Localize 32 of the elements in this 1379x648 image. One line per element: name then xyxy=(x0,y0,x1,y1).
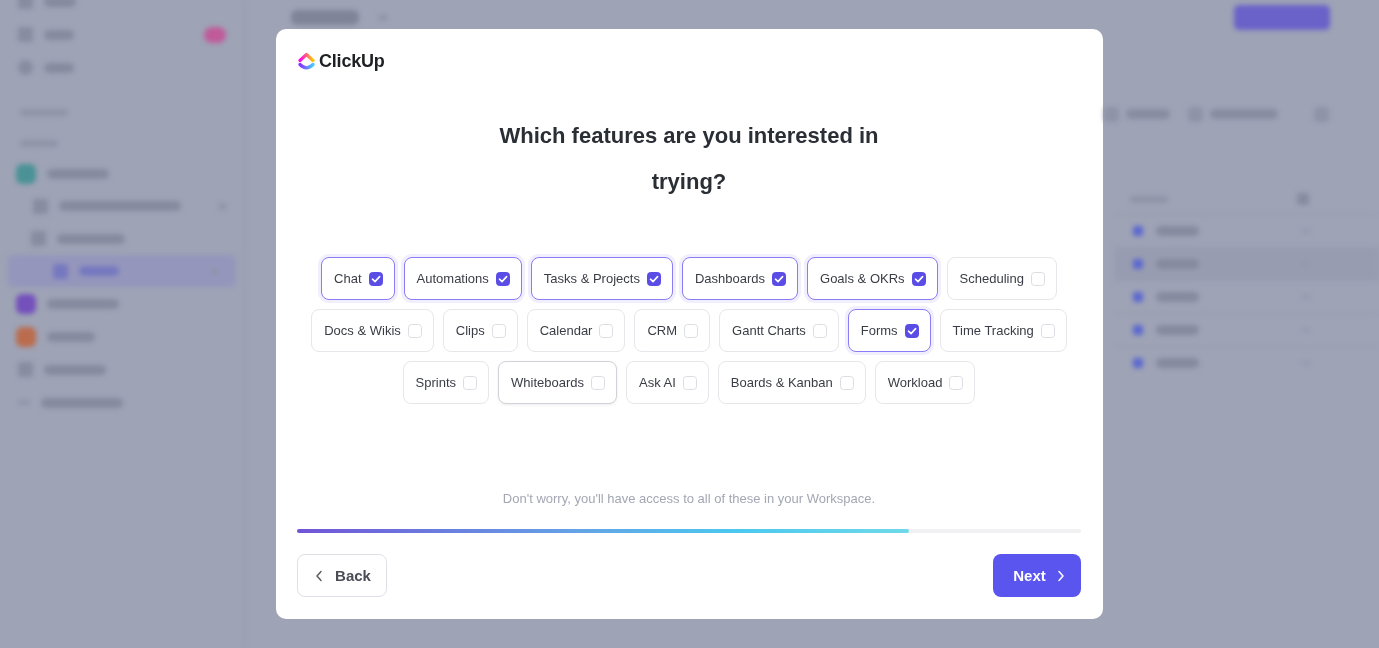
feature-option[interactable]: Dashboards xyxy=(681,257,799,300)
feature-option[interactable]: Chat xyxy=(321,257,395,300)
feature-option[interactable]: Ask AI xyxy=(626,361,709,404)
feature-option[interactable]: CRM xyxy=(634,309,711,352)
feature-option[interactable]: Forms xyxy=(847,309,931,352)
logo-text: ClickUp xyxy=(319,51,385,71)
checkbox[interactable] xyxy=(646,271,661,286)
checkbox[interactable] xyxy=(495,271,510,286)
feature-option[interactable]: Goals & OKRs xyxy=(807,257,938,300)
dialog-title: Which features are you interested in trying? xyxy=(498,122,880,196)
feature-option[interactable]: Tasks & Projects xyxy=(530,257,673,300)
chevron-left-icon xyxy=(315,569,324,582)
feature-option[interactable]: Workload xyxy=(874,361,976,404)
back-button[interactable]: Back xyxy=(297,554,387,597)
feature-option[interactable]: Scheduling xyxy=(946,257,1057,300)
checkbox[interactable] xyxy=(368,271,383,286)
feature-option[interactable]: Sprints xyxy=(402,361,489,404)
hint-text: Don't worry, you'll have access to all of these in your Workspace. xyxy=(502,491,876,507)
feature-option[interactable]: Boards & Kanban xyxy=(717,361,866,404)
feature-option[interactable]: Automations xyxy=(403,257,522,300)
feature-option[interactable]: Gantt Charts xyxy=(719,309,839,352)
checkbox[interactable] xyxy=(904,323,919,338)
next-button[interactable]: Next xyxy=(993,554,1081,597)
checkbox[interactable] xyxy=(772,271,787,286)
feature-option[interactable]: Whiteboards xyxy=(498,361,617,404)
feature-option[interactable]: Time Tracking xyxy=(939,309,1067,352)
feature-option[interactable]: Calendar xyxy=(526,309,626,352)
feature-option[interactable]: Docs & Wikis xyxy=(311,309,434,352)
feature-option[interactable]: Clips xyxy=(442,309,518,352)
chevron-right-icon xyxy=(1056,569,1065,582)
checkbox[interactable] xyxy=(911,271,926,286)
logo-icon xyxy=(298,51,315,71)
